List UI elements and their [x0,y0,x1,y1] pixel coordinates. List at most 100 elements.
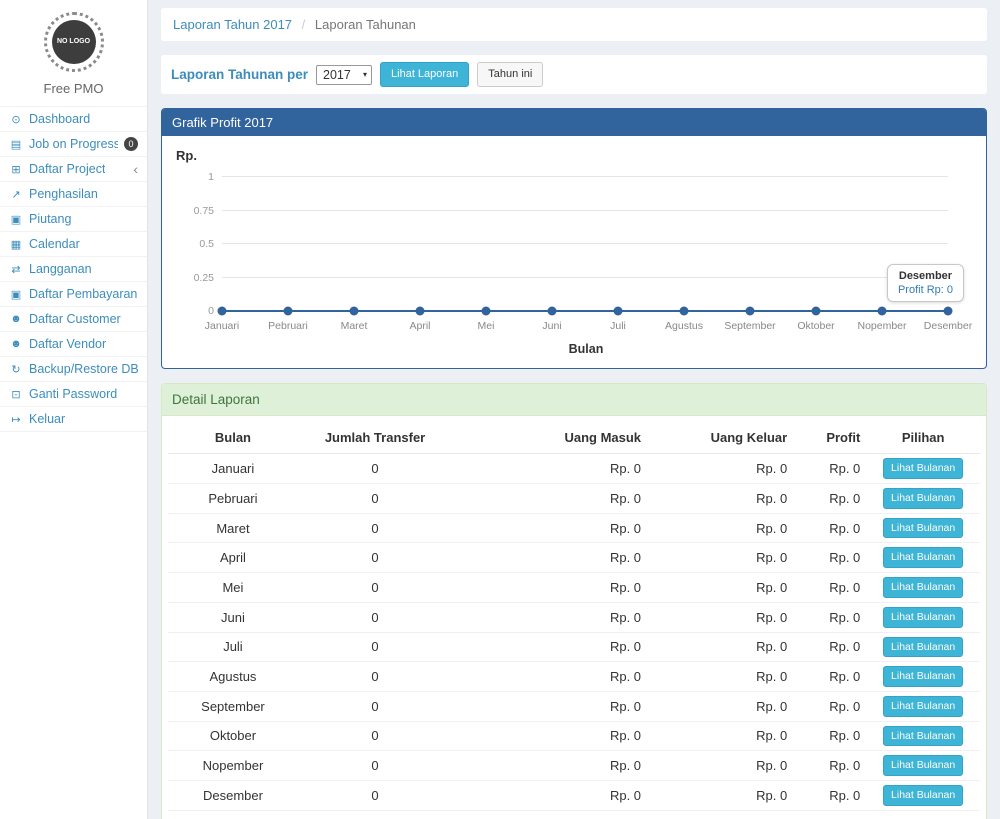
repeat-icon: ⇄ [9,263,23,276]
calendar-icon: ▦ [9,238,23,251]
table-cell: April [168,543,298,573]
profit-chart-title: Grafik Profit 2017 [162,109,986,136]
lihat-bulanan-button[interactable]: Lihat Bulanan [883,726,963,747]
lihat-bulanan-button[interactable]: Lihat Bulanan [883,518,963,539]
lihat-bulanan-button[interactable]: Lihat Bulanan [883,666,963,687]
chevron-down-icon: ▾ [363,70,367,79]
col-bulan: Bulan [168,422,298,454]
breadcrumb: Laporan Tahun 2017 / Laporan Tahunan [161,8,987,41]
sidebar-item-label: Langganan [29,262,92,276]
chart-tooltip: Desember Profit Rp: 0 [887,264,964,302]
sidebar-item-keluar[interactable]: ↦Keluar [0,407,147,432]
count-badge: 0 [124,137,138,151]
sidebar-item-label: Daftar Customer [29,312,121,326]
total-empty-cell [866,810,980,819]
sidebar-item-job-on-progress[interactable]: ▤Job on Progress0 [0,132,147,157]
data-point-april[interactable] [416,307,425,316]
data-point-agustus[interactable] [680,307,689,316]
sidebar-item-label: Calendar [29,237,80,251]
x-tick-label: Juli [610,320,626,332]
sidebar-item-langganan[interactable]: ⇄ Langganan [0,257,147,282]
table-cell: Rp. 0 [452,721,647,751]
money-icon: ▣ [9,213,23,226]
data-point-maret[interactable] [350,307,359,316]
sidebar-item-label: Backup/Restore DB [29,362,138,376]
table-cell: Rp. 0 [647,691,793,721]
table-cell: 0 [298,543,452,573]
table-cell: Rp. 0 [452,751,647,781]
x-tick-label: Oktober [797,320,834,332]
lihat-bulanan-button[interactable]: Lihat Bulanan [883,785,963,806]
lihat-laporan-button[interactable]: Lihat Laporan [380,62,469,87]
tahun-ini-button[interactable]: Tahun ini [477,62,543,87]
table-cell: Rp. 0 [793,780,866,810]
lihat-bulanan-button[interactable]: Lihat Bulanan [883,488,963,509]
data-point-oktober[interactable] [812,307,821,316]
sidebar-item-daftar-vendor[interactable]: ☻Daftar Vendor [0,332,147,357]
data-point-mei[interactable] [482,307,491,316]
sidebar-item-daftar-pembayaran[interactable]: ▣Daftar Pembayaran [0,282,147,307]
sidebar-item-label: Piutang [29,212,71,226]
table-cell: Rp. 0 [793,573,866,603]
table-cell: Pebruari [168,484,298,514]
data-point-september[interactable] [746,307,755,316]
table-cell: Juni [168,602,298,632]
sidebar-item-label: Penghasilan [29,187,98,201]
sidebar-item-ganti-password[interactable]: ⊡Ganti Password [0,382,147,407]
table-cell: Rp. 0 [647,513,793,543]
sidebar-item-label: Dashboard [29,112,90,126]
table-cell: Rp. 0 [793,691,866,721]
x-axis-title: Bulan [222,342,950,356]
sidebar-item-piutang[interactable]: ▣ Piutang [0,207,147,232]
table-cell: Rp. 0 [452,484,647,514]
data-point-januari[interactable] [218,307,227,316]
table-cell: Rp. 0 [793,513,866,543]
sidebar-item-penghasilan[interactable]: ↗Penghasilan [0,182,147,207]
table-cell: Rp. 0 [793,751,866,781]
table-cell: Januari [168,454,298,484]
gridline [222,176,948,177]
sidebar-item-daftar-customer[interactable]: ☻ Daftar Customer [0,307,147,332]
table-row: Oktober0Rp. 0Rp. 0Rp. 0Lihat Bulanan [168,721,980,751]
table-cell: 0 [298,691,452,721]
data-point-juli[interactable] [614,307,623,316]
data-point-juni[interactable] [548,307,557,316]
table-cell: Maret [168,513,298,543]
detail-laporan-panel: Detail Laporan Bulan Jumlah Transfer Uan… [161,383,987,819]
lihat-bulanan-button[interactable]: Lihat Bulanan [883,637,963,658]
gridline [222,210,948,211]
lihat-bulanan-button[interactable]: Lihat Bulanan [883,696,963,717]
action-cell: Lihat Bulanan [866,662,980,692]
table-cell: Rp. 0 [452,691,647,721]
sidebar-item-dashboard[interactable]: ⊙Dashboard [0,107,147,132]
lihat-bulanan-button[interactable]: Lihat Bulanan [883,577,963,598]
table-cell: Rp. 0 [452,602,647,632]
sidebar-item-label: Daftar Project [29,162,105,176]
table-cell: 0 [298,780,452,810]
year-select[interactable]: 2017 ▾ [316,65,372,85]
table-row: Desember0Rp. 0Rp. 0Rp. 0Lihat Bulanan [168,780,980,810]
money-icon: ▣ [9,288,23,301]
lihat-bulanan-button[interactable]: Lihat Bulanan [883,755,963,776]
year-select-value: 2017 [323,68,351,82]
app: NO LOGO Free PMO ⊙Dashboard▤Job on Progr… [0,0,1000,819]
table-cell: 0 [298,454,452,484]
lihat-bulanan-button[interactable]: Lihat Bulanan [883,458,963,479]
sidebar-item-backup-restore-db[interactable]: ↻Backup/Restore DB [0,357,147,382]
data-point-pebruari[interactable] [284,307,293,316]
data-point-nopember[interactable] [878,307,887,316]
table-cell: Rp. 0 [793,602,866,632]
sidebar-item-calendar[interactable]: ▦ Calendar [0,232,147,257]
users-icon: ☻ [9,313,23,325]
lihat-bulanan-button[interactable]: Lihat Bulanan [883,547,963,568]
table-cell: 0 [298,632,452,662]
sidebar-item-daftar-project[interactable]: ⊞Daftar Project‹ [0,157,147,182]
table-cell: 0 [298,602,452,632]
data-point-desember[interactable] [944,307,953,316]
breadcrumb-link-laporan-tahun[interactable]: Laporan Tahun 2017 [173,17,292,32]
y-tick-label: 1 [176,171,214,183]
table-row: September0Rp. 0Rp. 0Rp. 0Lihat Bulanan [168,691,980,721]
table-cell: Rp. 0 [647,484,793,514]
lihat-bulanan-button[interactable]: Lihat Bulanan [883,607,963,628]
action-cell: Lihat Bulanan [866,484,980,514]
